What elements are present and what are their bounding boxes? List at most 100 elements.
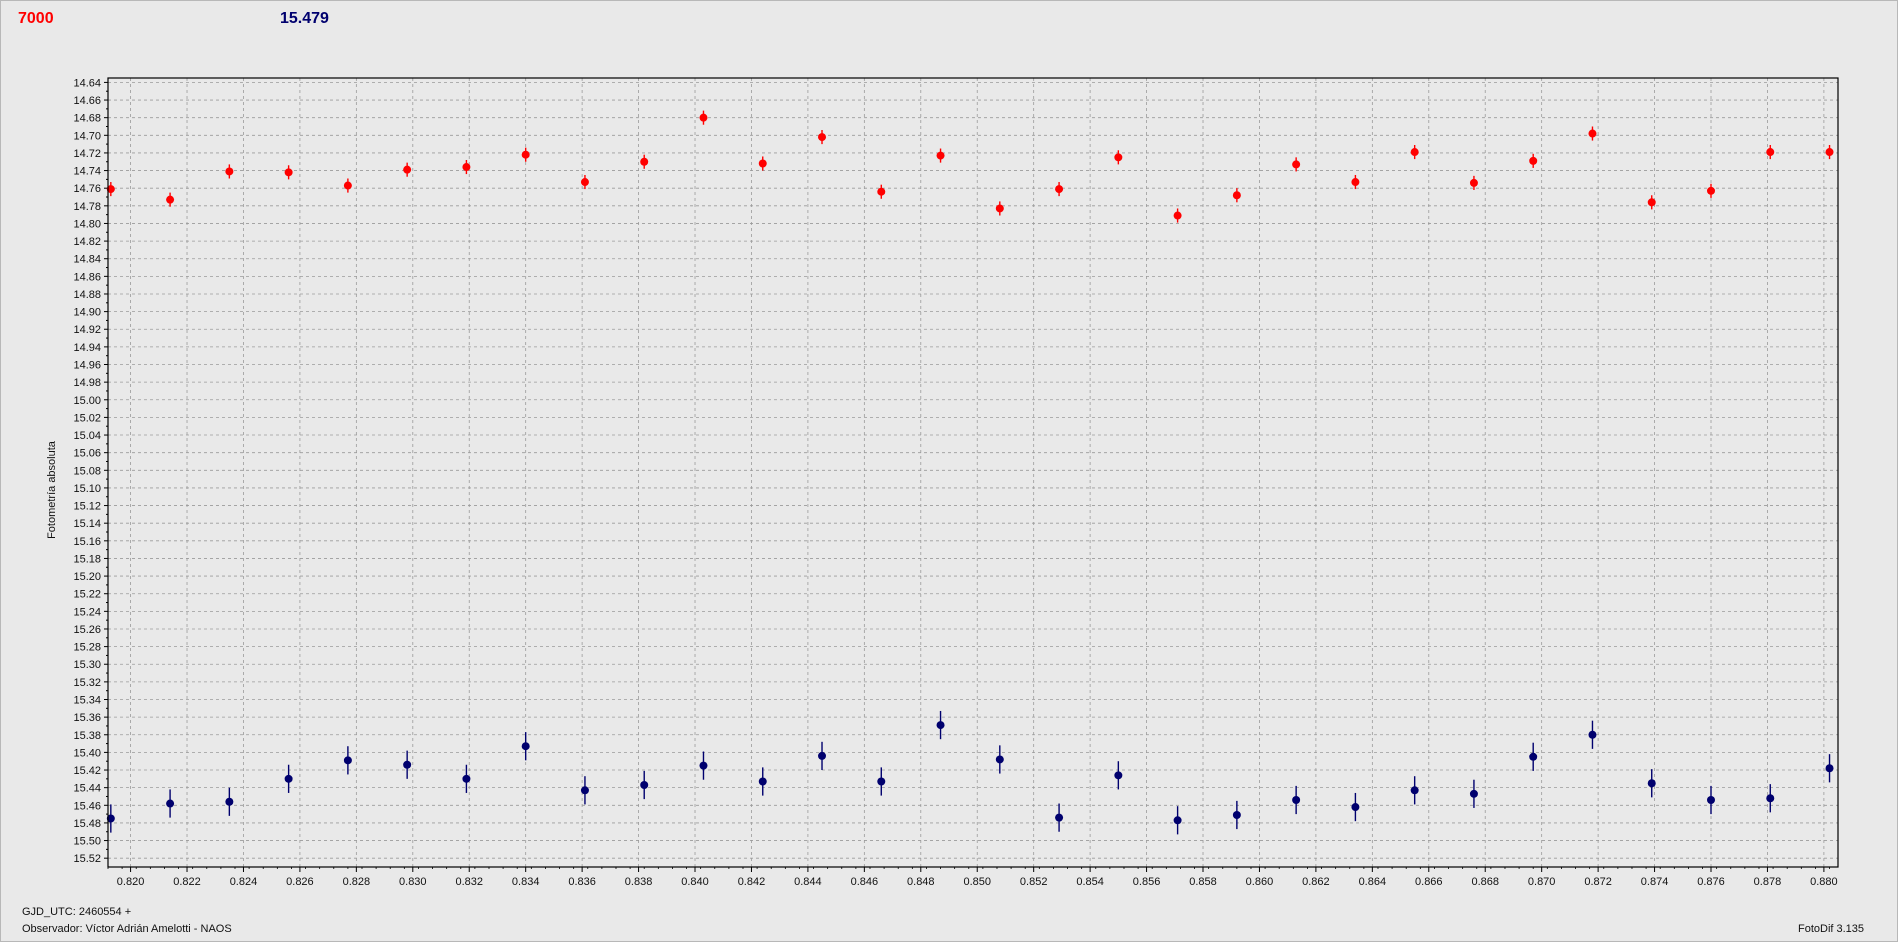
x-tick-label: 0.880: [1810, 876, 1838, 888]
blue-data-point: [1114, 771, 1123, 780]
red-data-point: [1173, 211, 1182, 220]
y-tick-label: 15.20: [73, 571, 101, 583]
julian-date-label: GJD_UTC: 2460554 +: [22, 906, 132, 918]
x-tick-label: 0.832: [455, 876, 483, 888]
blue-data-point: [580, 786, 589, 795]
red-data-point: [1707, 186, 1716, 195]
red-data-point: [1351, 178, 1360, 187]
red-data-point: [995, 204, 1004, 213]
blue-data-point: [640, 781, 649, 790]
x-tick-label: 0.822: [173, 876, 201, 888]
red-data-point: [343, 181, 352, 190]
x-tick-label: 0.856: [1133, 876, 1161, 888]
red-data-point: [936, 151, 945, 160]
blue-data-point: [284, 774, 293, 783]
y-tick-label: 15.06: [73, 448, 101, 460]
y-tick-label: 15.02: [73, 412, 101, 424]
photometry-chart[interactable]: 14.64 14.66 14.68 14.70 14.72 14.74 14.76 14.78…: [0, 0, 1898, 942]
y-tick-label: 14.76: [73, 183, 101, 195]
x-tick-label: 0.826: [286, 876, 314, 888]
red-data-point: [1114, 153, 1123, 162]
red-data-point: [1292, 160, 1301, 169]
x-tick-label: 0.834: [512, 876, 540, 888]
y-tick-label: 15.00: [73, 395, 101, 407]
y-tick-label: 15.36: [73, 712, 101, 724]
x-tick-label: 0.840: [681, 876, 709, 888]
x-tick-label: 0.848: [907, 876, 935, 888]
y-tick-label: 14.70: [73, 130, 101, 142]
red-data-point: [225, 167, 234, 176]
red-data-point: [640, 157, 649, 166]
red-data-point: [1469, 178, 1478, 187]
x-axis-ticks: 0.820 0.822 0.824 0.826 0.828 0.830 0.832 0.834…: [107, 867, 1838, 888]
red-data-point: [403, 165, 412, 174]
red-data-point: [462, 163, 471, 172]
red-data-point: [580, 178, 589, 187]
y-tick-label: 14.94: [73, 342, 101, 354]
y-tick-label: 15.26: [73, 624, 101, 636]
blue-data-point: [877, 777, 886, 786]
y-tick-label: 15.04: [73, 430, 101, 442]
x-tick-label: 0.874: [1641, 876, 1669, 888]
y-tick-label: 15.12: [73, 501, 101, 513]
blue-data-point: [1469, 789, 1478, 798]
blue-data-point: [699, 761, 708, 770]
y-tick-label: 14.80: [73, 218, 101, 230]
x-tick-label: 0.870: [1528, 876, 1556, 888]
y-tick-label: 14.96: [73, 360, 101, 372]
blue-data-point: [343, 756, 352, 765]
x-tick-label: 0.866: [1415, 876, 1443, 888]
blue-data-point: [1529, 752, 1538, 761]
y-tick-label: 14.64: [73, 77, 101, 89]
x-tick-label: 0.864: [1359, 876, 1387, 888]
x-tick-label: 0.846: [851, 876, 879, 888]
observer-label: Observador: Víctor Adrián Amelotti - NAO…: [22, 923, 232, 935]
blue-data-point: [1055, 813, 1064, 822]
y-tick-label: 14.66: [73, 95, 101, 107]
y-tick-label: 15.40: [73, 747, 101, 759]
y-tick-label: 14.74: [73, 166, 101, 178]
x-tick-label: 0.842: [738, 876, 766, 888]
x-tick-label: 0.868: [1471, 876, 1499, 888]
y-tick-label: 14.88: [73, 289, 101, 301]
x-tick-label: 0.838: [625, 876, 653, 888]
red-data-point: [1647, 198, 1656, 207]
y-tick-label: 15.24: [73, 606, 101, 618]
y-tick-label: 15.14: [73, 518, 101, 530]
blue-data-point: [1825, 764, 1834, 773]
y-tick-label: 15.52: [73, 853, 101, 865]
blue-data-point: [818, 751, 827, 760]
red-data-point: [1588, 129, 1597, 138]
y-tick-label: 15.38: [73, 730, 101, 742]
y-tick-label: 15.16: [73, 536, 101, 548]
y-tick-label: 15.28: [73, 642, 101, 654]
blue-data-point: [1588, 730, 1597, 739]
y-tick-label: 15.48: [73, 818, 101, 830]
x-tick-label: 0.828: [343, 876, 371, 888]
y-tick-label: 15.34: [73, 695, 101, 707]
y-tick-label: 15.32: [73, 677, 101, 689]
red-data-point: [1055, 185, 1064, 194]
blue-data-point: [1351, 803, 1360, 812]
y-tick-label: 14.68: [73, 113, 101, 125]
red-data-point: [521, 150, 530, 159]
x-tick-label: 0.860: [1246, 876, 1274, 888]
version-label: FotoDif 3.135: [1798, 923, 1865, 935]
blue-data-point: [758, 777, 767, 786]
x-tick-label: 0.820: [117, 876, 145, 888]
blue-data-point: [462, 774, 471, 783]
blue-data-point: [521, 742, 530, 751]
plot-area[interactable]: [108, 78, 1838, 867]
x-tick-label: 0.824: [230, 876, 258, 888]
y-tick-label: 14.82: [73, 236, 101, 248]
y-tick-label: 14.86: [73, 271, 101, 283]
blue-data-point: [225, 797, 234, 806]
x-tick-label: 0.850: [963, 876, 991, 888]
blue-data-point: [1707, 796, 1716, 805]
y-tick-label: 14.72: [73, 148, 101, 160]
blue-data-point: [995, 755, 1004, 764]
y-tick-label: 15.18: [73, 553, 101, 565]
x-tick-label: 0.858: [1189, 876, 1217, 888]
blue-data-point: [1232, 810, 1241, 819]
blue-data-point: [1766, 794, 1775, 803]
